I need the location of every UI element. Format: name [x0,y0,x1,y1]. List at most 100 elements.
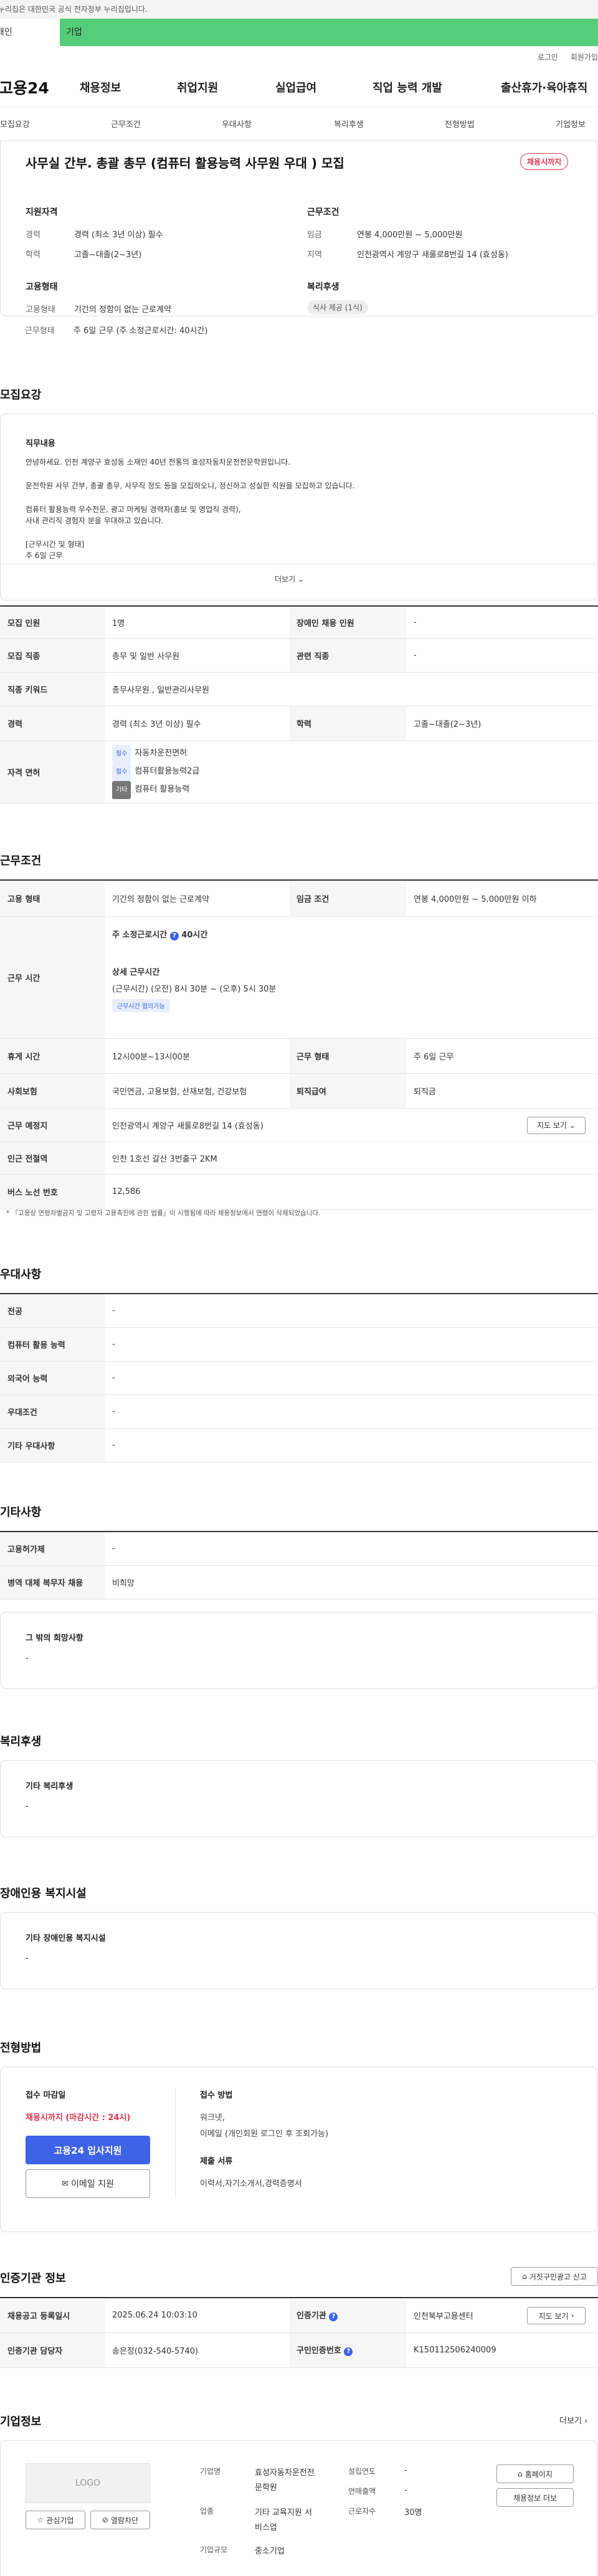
recruit-title: 모집요강 [0,389,42,402]
mail-icon: ✉ [62,2179,69,2189]
homepage-button[interactable]: ⌂ 홈페이지 [496,2465,574,2483]
section-tabs: 모집요강 근무조건 우대사항 복리후생 전형방법 기업정보 [0,107,598,141]
cell-value: 고졸~대졸(2~3년) [406,706,598,741]
disabled-box-title: 기타 장애인용 복지시설 [26,1934,106,1943]
cell-header: 모집 직종 [0,638,105,673]
login-link[interactable]: 로그인 [538,52,558,62]
table-row: 사회보험 국민연금, 고용보험, 산재보험, 건강보험 퇴직급여 퇴직금 [0,1073,598,1109]
cell-header: 자격 면허 [0,741,105,803]
cell-value: 총무사무원 , 일반관리사무원 [105,672,598,706]
agency-map-button[interactable]: 지도 보기 › [527,2307,586,2324]
etc-table: 고용허가제 - 병역 대체 복무자 채용 비희망 [0,1531,598,1599]
size-label: 기업규모 [200,2545,228,2554]
company-more-link[interactable]: 더보기 › [559,2414,587,2426]
gov-banner: 이 누리집은 대한민국 공식 전자정부 누리집입니다. [0,0,598,19]
size-value: 중소기업 [255,2547,285,2556]
deadline-title: 접수 마감일 [26,2091,66,2100]
block-button[interactable]: ⊘ 열람차단 [90,2511,150,2529]
menu-unemployment[interactable]: 실업급여 [275,79,316,95]
cell-value: 총무 및 일반 사무원 [105,638,289,673]
process-box: 접수 마감일 채용시까지 (마감시간 : 24시) 고용24 입사지원 ✉ 이메… [0,2067,598,2232]
table-row: 고용허가제 - [0,1532,598,1566]
license-list: 필수 자동차운전면허 필수 컴퓨터활용능력2급 기타 컴퓨터 활용능력 [105,741,598,803]
cell-value: - [105,1361,598,1395]
agency-title: 인증기관 정보 [0,2272,66,2285]
license-tag: 필수 [112,762,131,781]
job-line-2: 운전학원 사무 간부, 총괄 총무, 사무직 정도 등을 모집하오니, 정신하고… [26,481,355,490]
table-row: 인증기관 담당자 송은정(032-540-5740) 구인인증번호 ? K150… [0,2332,598,2368]
tab-process[interactable]: 전형방법 [445,118,475,130]
more-button[interactable]: 더보기 ⌄ [275,574,304,584]
table-row: 근무 시간 주 소정근로시간 ? 40시간 상세 근무시간 (근무시간) (오전… [0,916,598,1039]
report-button[interactable]: ⌂ 거짓구인광고 신고 [511,2267,598,2286]
cell-header: 임금 조건 [289,880,406,917]
tab-company-info[interactable]: 기업정보 [556,118,586,130]
cell-header: 병역 대체 복무자 채용 [0,1565,105,1599]
company-name-value-2: 문학원 [255,2483,277,2493]
flex-tag: 근무시간 협의가능 [112,998,170,1012]
cell-header: 근무 시간 [0,916,105,1039]
info-icon[interactable]: ? [344,2347,353,2356]
map-button[interactable]: 지도 보기 ⌄ [527,1116,586,1134]
info-icon[interactable]: ? [169,931,179,940]
etc-box-value: - [26,1654,29,1663]
cell-value: - [105,1327,598,1361]
work-label: 근무형태 [25,326,55,336]
emp-label: 고용형태 [26,305,55,315]
tab-workcond[interactable]: 근무조건 [111,118,141,130]
founded-label: 설립연도 [348,2467,376,2476]
tab-personal[interactable]: 개인 [0,19,60,46]
company-title: 기업정보 [0,2415,42,2428]
emp-value: 기간의 정함이 없는 근로계약 [74,305,171,315]
cell-value: 12,586 [105,1174,598,1210]
table-row: 자격 면허 필수 자동차운전면허 필수 컴퓨터활용능력2급 기타 컴퓨터 활용능력 [0,741,598,803]
cell-value: 송은정(032-540-5740) [105,2332,289,2368]
home-icon: ⌂ [518,2469,523,2478]
tab-welfare[interactable]: 복리후생 [334,118,364,130]
table-row: 경력 경력 (최소 3년 이상) 필수 학력 고졸~대졸(2~3년) [0,706,598,741]
info-icon[interactable]: ? [329,2313,338,2322]
tab-company[interactable]: 기업 [60,19,598,46]
cell-header: 직종 키워드 [0,672,105,706]
qual-title: 지원자격 [26,207,58,217]
company-jobs-button[interactable]: 채용정보 더보 [496,2488,574,2507]
menu-parental-leave[interactable]: 출산휴가·육아휴직 [501,79,587,95]
block-icon: ⊘ [102,2516,108,2524]
job-line-3: 컴퓨터 활용능력 우수전문, 광고 마케팅 경력자(홍보 및 영업직 경력), [26,505,241,514]
pref-title: 우대사항 [0,1268,42,1281]
cell-header: 근무 형태 [289,1038,406,1074]
disabled-title: 장애인용 복지시설 [0,1887,87,1900]
email-apply-button[interactable]: ✉ 이메일 지원 [26,2169,150,2198]
cell-value: 기간의 정함이 없는 근로계약 [105,880,289,917]
favorite-company-button[interactable]: ☆ 관심기업 [26,2511,85,2529]
region-label: 지역 [307,250,322,260]
sales-value: - [404,2486,407,2495]
wage-label: 임금 [307,230,322,240]
site-logo[interactable]: 고용24 [0,76,78,98]
job-title: 사무실 간부. 총괄 총무 (컴퓨터 활용능력 사무원 우대 ) 모집 [26,156,344,171]
job-content-title: 직무내용 [26,439,55,448]
disabled-box-value: - [26,1954,29,1963]
cell-value: - [105,1532,598,1566]
tab-recruit[interactable]: 모집요강 [0,118,30,130]
cond-title: 근무조건 [307,207,339,217]
process-title: 전형방법 [0,2042,42,2055]
deadline-value: 채용시까지 (마감시간 : 24시) [26,2113,131,2123]
workcond-title: 근무조건 [0,855,42,868]
menu-training[interactable]: 직업 능력 개발 [373,79,442,95]
job-line-1: 안녕하세요. 인천 계양구 효성동 소재인 40년 전통의 효성자동차운전전문학… [26,458,290,466]
table-row: 외국어 능력 - [0,1361,598,1395]
etc-title: 기타사항 [0,1506,42,1519]
table-row: 고용 형태 기간의 정함이 없는 근로계약 임금 조건 연봉 4,000만원 ~… [0,880,598,917]
menu-employment-support[interactable]: 취업지원 [177,79,218,95]
cell-header: 우대조건 [0,1395,105,1429]
signup-link[interactable]: 회원가입 [571,52,598,62]
cell-value: 1명 [105,606,289,639]
cell-value: 12시00분~13시00분 [105,1038,289,1074]
tab-pref[interactable]: 우대사항 [222,118,252,130]
weekly-hours: 주 소정근로시간 ? 40시간 [112,930,208,940]
cell-header: 고용 형태 [0,880,105,917]
menu-jobs[interactable]: 채용정보 [80,79,121,95]
industry-value-2: 비스업 [255,2523,277,2532]
apply-button[interactable]: 고용24 입사지원 [26,2136,150,2164]
